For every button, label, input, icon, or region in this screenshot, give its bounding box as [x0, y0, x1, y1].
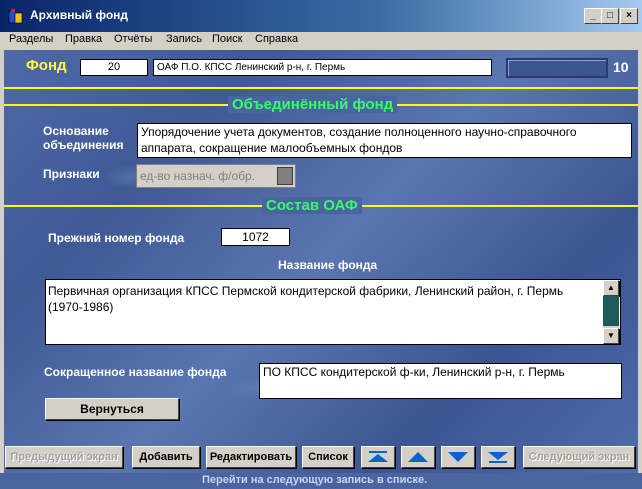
- next-record-icon: [448, 452, 468, 462]
- window-title: Архивный фонд: [30, 8, 129, 22]
- record-count: 10: [613, 59, 629, 75]
- menu-zapis[interactable]: Запись: [166, 33, 202, 45]
- composition-section-title: Состав ОАФ: [262, 197, 362, 214]
- menu-razdely[interactable]: Разделы: [9, 33, 53, 45]
- scroll-down-icon[interactable]: ▼: [603, 328, 619, 344]
- next-screen-button[interactable]: Следующий экран: [523, 446, 635, 468]
- menu-otchety[interactable]: Отчёты: [114, 33, 152, 45]
- short-name-field[interactable]: ПО КПСС кондитерской ф-ки, Ленинский р-н…: [259, 363, 622, 399]
- basis-field[interactable]: Упорядочение учета документов, создание …: [137, 123, 632, 158]
- signs-value: ед-во назнач. ф/обр.: [140, 169, 256, 183]
- fond-name-field[interactable]: ОАФ П.О. КПСС Ленинский р-н, г. Пермь: [153, 59, 492, 76]
- first-record-icon: [368, 451, 388, 462]
- merged-section-title: Объединённый фонд: [228, 96, 398, 113]
- prev-record-icon: [408, 452, 428, 462]
- menu-spravka[interactable]: Справка: [255, 33, 298, 45]
- record-indicator: [506, 58, 608, 78]
- prev-record-button[interactable]: [401, 446, 435, 468]
- archive-app-icon: [8, 9, 23, 24]
- signs-combobox[interactable]: ед-во назнач. ф/обр.: [136, 164, 296, 188]
- fond-name-label: Название фонда: [278, 258, 378, 272]
- back-button[interactable]: Вернуться: [45, 398, 179, 420]
- close-button[interactable]: ×: [620, 8, 638, 24]
- basis-label: Основание объединения: [43, 124, 124, 152]
- minimize-button[interactable]: _: [584, 8, 602, 24]
- prev-screen-button[interactable]: Предыдущий экран: [5, 446, 123, 468]
- list-button[interactable]: Список: [302, 446, 354, 468]
- add-button[interactable]: Добавить: [132, 446, 200, 468]
- fond-name-text: Первичная организация КПСС Пермской конд…: [48, 284, 564, 314]
- next-record-button[interactable]: [441, 446, 475, 468]
- scrollbar[interactable]: ▲ ▼: [603, 280, 619, 344]
- last-record-icon: [488, 452, 508, 463]
- dropdown-arrow-icon[interactable]: [277, 167, 293, 185]
- menu-pravka[interactable]: Правка: [65, 33, 102, 45]
- edit-button[interactable]: Редактировать: [206, 446, 296, 468]
- short-name-label: Сокращенное название фонда: [44, 365, 227, 379]
- maximize-button[interactable]: □: [601, 8, 619, 24]
- status-text: Перейти на следующую запись в списке.: [202, 474, 428, 486]
- fond-name-textarea[interactable]: Первичная организация КПСС Пермской конд…: [45, 279, 621, 345]
- menu-poisk[interactable]: Поиск: [212, 33, 242, 45]
- last-record-button[interactable]: [481, 446, 515, 468]
- prev-number-label: Прежний номер фонда: [48, 231, 185, 245]
- prev-number-field[interactable]: 1072: [221, 228, 290, 246]
- status-bar: Перейти на следующую запись в списке.: [0, 473, 642, 489]
- scroll-up-icon[interactable]: ▲: [603, 280, 619, 296]
- scroll-thumb[interactable]: [603, 296, 619, 326]
- section-divider: [4, 87, 638, 89]
- fond-label: Фонд: [26, 57, 67, 74]
- fond-number-field[interactable]: 20: [80, 59, 148, 76]
- signs-label: Признаки: [43, 167, 100, 181]
- first-record-button[interactable]: [361, 446, 395, 468]
